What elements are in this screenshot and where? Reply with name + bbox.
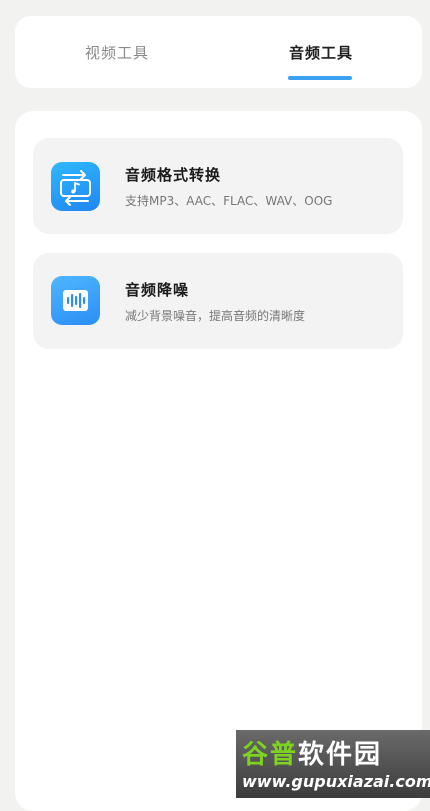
watermark-logo: 谷普软件园	[242, 734, 382, 771]
audio-convert-icon	[51, 162, 100, 211]
tab-bar: 视频工具 音频工具	[15, 16, 422, 88]
watermark-logo-part1: 谷普	[242, 740, 299, 770]
tool-description: 支持MP3、AAC、FLAC、WAV、OOG	[125, 194, 333, 208]
active-tab-indicator	[288, 76, 352, 80]
tool-title: 音频格式转换	[125, 166, 222, 184]
noise-reduction-icon	[51, 276, 100, 325]
watermark-url: www.gupuxiazai.com	[242, 772, 430, 791]
tool-card-audio-convert[interactable]: 音频格式转换 支持MP3、AAC、FLAC、WAV、OOG	[33, 138, 403, 234]
tool-description: 减少背景噪音，提高音频的清晰度	[125, 309, 306, 323]
tab-video-tools[interactable]: 视频工具	[85, 42, 149, 63]
tool-title: 音频降噪	[125, 281, 190, 299]
watermark: 谷普软件园 www.gupuxiazai.com	[236, 730, 430, 798]
watermark-logo-part2: 软件园	[298, 740, 383, 770]
tab-audio-tools[interactable]: 音频工具	[289, 42, 353, 63]
tools-panel: 音频格式转换 支持MP3、AAC、FLAC、WAV、OOG 音频降噪 减少背景噪…	[15, 111, 422, 811]
tool-card-noise-reduction[interactable]: 音频降噪 减少背景噪音，提高音频的清晰度	[33, 253, 403, 349]
